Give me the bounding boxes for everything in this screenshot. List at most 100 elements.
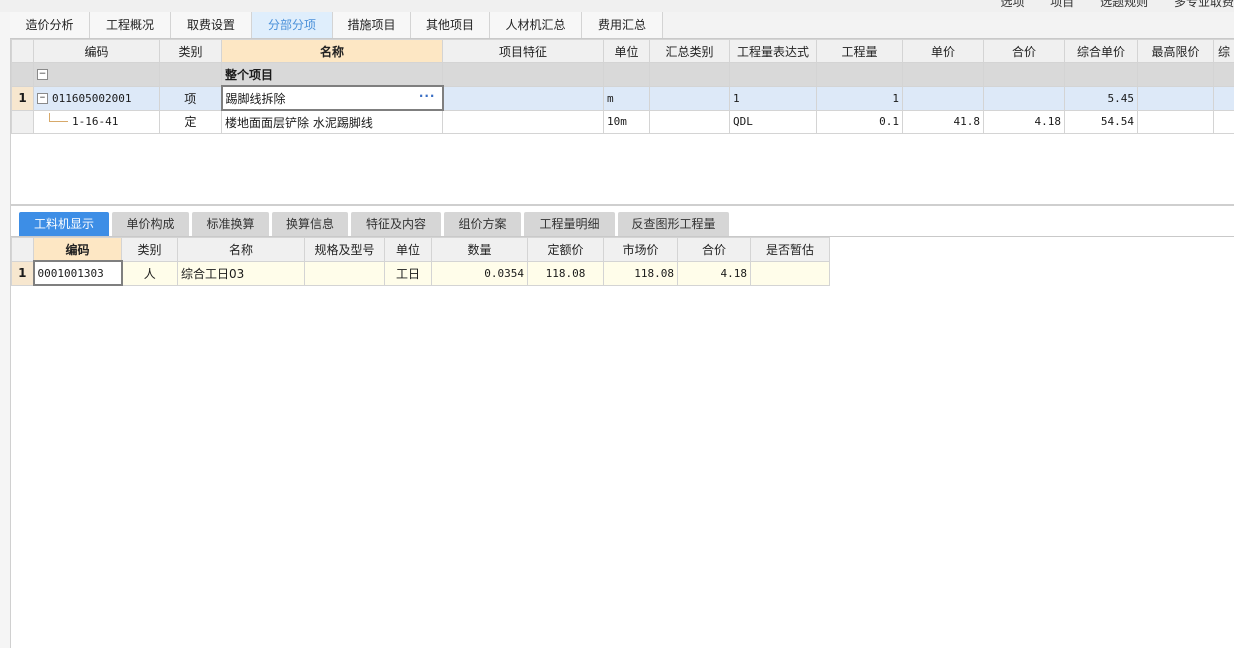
cell-max-price[interactable] (1137, 85, 1214, 111)
row-number[interactable] (11, 109, 34, 134)
tab-features-content[interactable]: 特征及内容 (351, 212, 441, 236)
col-header-code[interactable]: 编码 (33, 237, 122, 262)
tab-cost-analysis[interactable]: 造价分析 (10, 12, 90, 38)
cell-extra[interactable] (1213, 85, 1234, 111)
col-header-unit[interactable]: 单位 (384, 237, 432, 262)
tab-conversion-info[interactable]: 换算信息 (272, 212, 348, 236)
col-header-quantity[interactable]: 数量 (431, 237, 528, 262)
col-header-truncated[interactable]: 综 (1213, 39, 1234, 63)
col-header-comprehensive-price[interactable]: 综合单价 (1064, 39, 1138, 63)
cell-unit[interactable]: 10m (603, 109, 650, 134)
tab-resource-summary[interactable]: 人材机汇总 (490, 12, 582, 38)
cell-type[interactable]: 定 (159, 109, 222, 134)
col-header-quantity[interactable]: 工程量 (816, 39, 903, 63)
cell-unit[interactable]: 工日 (384, 260, 432, 286)
row-number[interactable]: 1 (11, 85, 34, 111)
table-row[interactable]: 1 0001001303 人 综合工日03 工日 0.0354 118.08 1… (11, 260, 830, 286)
col-header-feature[interactable]: 项目特征 (442, 39, 604, 63)
tab-labor-material-machine[interactable]: 工料机显示 (19, 212, 109, 236)
col-header-max-price[interactable]: 最高限价 (1137, 39, 1214, 63)
tab-fee-settings[interactable]: 取费设置 (171, 12, 252, 38)
collapse-icon[interactable]: − (37, 93, 48, 104)
tab-bill-items[interactable]: 分部分项 (252, 12, 333, 38)
tab-fee-summary[interactable]: 费用汇总 (582, 12, 663, 38)
group-cell[interactable] (649, 62, 730, 87)
col-header-unit-price[interactable]: 单价 (902, 39, 984, 63)
table-row[interactable]: 1-16-41 定 楼地面面层铲除 水泥踢脚线 10m QDL 0.1 41.8… (11, 109, 1234, 134)
group-cell[interactable] (816, 62, 903, 87)
col-header-qty-expression[interactable]: 工程量表达式 (729, 39, 817, 63)
col-header-spec[interactable]: 规格及型号 (304, 237, 385, 262)
cell-feature[interactable] (442, 85, 604, 111)
tab-project-overview[interactable]: 工程概况 (90, 12, 171, 38)
cell-name[interactable]: 综合工日03 (177, 260, 305, 286)
cell-spec[interactable] (304, 260, 385, 286)
top-toolbar-item[interactable]: 选项 (1000, 0, 1024, 9)
cell-total[interactable]: 4.18 (983, 109, 1065, 134)
tab-unit-price-composition[interactable]: 单价构成 (112, 212, 189, 236)
cell-market-price[interactable]: 118.08 (603, 260, 678, 286)
cell-feature[interactable] (442, 109, 604, 134)
cell-name[interactable]: 楼地面面层铲除 水泥踢脚线 (221, 109, 443, 134)
cell-type[interactable]: 项 (159, 85, 222, 111)
col-header-summary-type[interactable]: 汇总类别 (649, 39, 730, 63)
tab-quantity-details[interactable]: 工程量明细 (524, 212, 615, 236)
cell-unit-price[interactable] (902, 85, 984, 111)
cell-quantity[interactable]: 1 (816, 85, 903, 111)
tab-measures[interactable]: 措施项目 (333, 12, 411, 38)
col-header-market-price[interactable]: 市场价 (603, 237, 678, 262)
col-header-unit[interactable]: 单位 (603, 39, 650, 63)
tab-reverse-graphic-quantity[interactable]: 反查图形工程量 (618, 212, 729, 236)
cell-quantity[interactable]: 0.0354 (431, 260, 528, 286)
group-cell[interactable] (442, 62, 604, 87)
table-row[interactable]: 1 −011605002001 项 踢脚线拆除 ··· m 1 1 5.45 (11, 85, 1234, 111)
cell-name-editing[interactable]: 踢脚线拆除 ··· (220, 85, 444, 111)
cell-extra[interactable] (1213, 109, 1234, 134)
col-header-type[interactable]: 类别 (159, 39, 222, 63)
cell-qty-expression[interactable]: 1 (729, 85, 817, 111)
tab-standard-conversion[interactable]: 标准换算 (192, 212, 269, 236)
cell-total[interactable]: 4.18 (677, 260, 751, 286)
row-number[interactable] (11, 62, 34, 87)
pane-splitter[interactable] (11, 204, 1234, 206)
cell-quota-price[interactable]: 118.08 (527, 260, 604, 286)
cell-code-focused[interactable]: 0001001303 (32, 260, 123, 286)
more-options-icon[interactable]: ··· (419, 89, 436, 103)
group-name-cell[interactable]: 整个项目 (221, 62, 443, 87)
cell-total[interactable] (983, 85, 1065, 111)
cell-code[interactable]: 1-16-41 (33, 109, 160, 134)
corner-cell[interactable] (11, 237, 34, 262)
cell-type[interactable]: 人 (121, 260, 178, 286)
cell-provisional[interactable] (750, 260, 830, 286)
top-toolbar-item[interactable]: 选题规则 (1100, 0, 1148, 9)
col-header-provisional[interactable]: 是否暂估 (750, 237, 830, 262)
col-header-name[interactable]: 名称 (221, 39, 443, 63)
col-header-type[interactable]: 类别 (121, 237, 178, 262)
group-row-whole-project[interactable]: − 整个项目 (11, 62, 1234, 87)
group-cell[interactable] (1064, 62, 1138, 87)
cell-unit[interactable]: m (603, 85, 650, 111)
cell-max-price[interactable] (1137, 109, 1214, 134)
cell-summary-type[interactable] (649, 109, 730, 134)
group-toggle-cell[interactable]: − (33, 62, 160, 87)
cell-comprehensive-price[interactable]: 54.54 (1064, 109, 1138, 134)
group-cell[interactable] (603, 62, 650, 87)
corner-cell[interactable] (11, 39, 34, 63)
cell-comprehensive-price[interactable]: 5.45 (1064, 85, 1138, 111)
cell-quantity[interactable]: 0.1 (816, 109, 903, 134)
group-cell[interactable] (902, 62, 984, 87)
col-header-code[interactable]: 编码 (33, 39, 160, 63)
group-type-cell[interactable] (159, 62, 222, 87)
collapse-icon[interactable]: − (37, 69, 48, 81)
row-number[interactable]: 1 (11, 260, 34, 286)
group-cell[interactable] (983, 62, 1065, 87)
tab-pricing-scheme[interactable]: 组价方案 (444, 212, 521, 236)
col-header-total[interactable]: 合价 (983, 39, 1065, 63)
cell-unit-price[interactable]: 41.8 (902, 109, 984, 134)
group-cell[interactable] (729, 62, 817, 87)
group-cell[interactable] (1213, 62, 1234, 87)
cell-summary-type[interactable] (649, 85, 730, 111)
cell-code[interactable]: −011605002001 (33, 85, 160, 111)
top-toolbar-item[interactable]: 多专业取费 (1174, 0, 1234, 9)
top-toolbar-item[interactable]: 项目 (1050, 0, 1074, 9)
